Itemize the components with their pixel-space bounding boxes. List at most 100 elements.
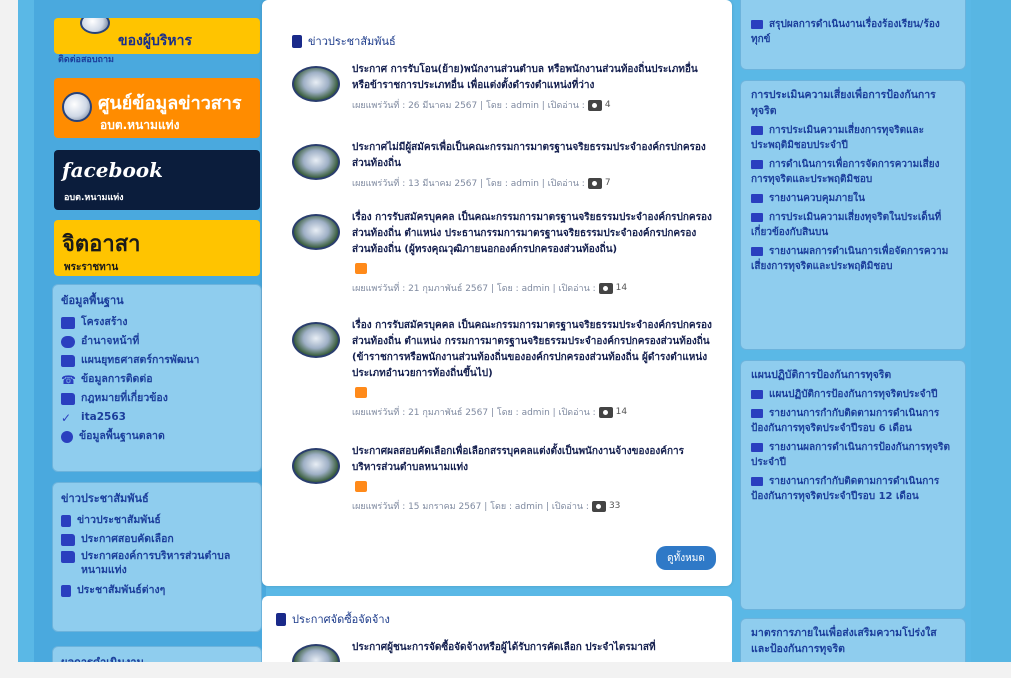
- basic-info-link[interactable]: กฎหมายที่เกี่ยวข้อง: [61, 389, 253, 408]
- bookmark-icon: [292, 34, 302, 48]
- basic-info-box: ข้อมูลพื้นฐาน โครงสร้าง อำนาจหน้าที่ แผน…: [52, 284, 262, 472]
- news-thumbnail: [292, 144, 340, 180]
- news-section-header: ข่าวประชาสัมพันธ์: [292, 32, 396, 50]
- news-item[interactable]: ประกาศ การรับโอน(ย้าย)พนักงานส่วนตำบล หร…: [292, 62, 722, 122]
- transparency-measures-box: มาตรการภายในเพื่อส่งเสริมความโปร่งใสและป…: [740, 618, 966, 662]
- anti-corruption-plan-title: แผนปฏิบัติการป้องกันการทุจริต: [751, 369, 892, 381]
- folder-icon: [751, 212, 763, 222]
- pr-link[interactable]: ประชาสัมพันธ์ต่างๆ: [61, 581, 253, 600]
- news-meta: เผยแพร่วันที่ : 21 กุมภาพันธ์ 2567 | โดย…: [352, 406, 628, 418]
- ops-box: ผลการดำเนินงาน: [52, 646, 262, 662]
- org-logo-icon: [80, 18, 110, 34]
- info-center-banner[interactable]: ศูนย์ข้อมูลข่าวสาร อบต.หนามแท่ง: [54, 78, 260, 138]
- view-count-icon: [598, 406, 613, 418]
- executive-banner[interactable]: ของผู้บริหาร: [54, 18, 260, 54]
- news-title[interactable]: ประกาศผลสอบคัดเลือกเพื่อเลือกสรรบุคคลแต่…: [352, 444, 712, 476]
- anti-corruption-plan-link[interactable]: รายงานการกำกับติดตามการดำเนินการป้องกันก…: [751, 474, 955, 504]
- news-meta: เผยแพร่วันที่ : 21 กุมภาพันธ์ 2567 | โดย…: [352, 282, 628, 294]
- view-count-icon: [598, 282, 613, 294]
- procurement-section-title: ประกาศจัดซื้อจัดจ้าง: [292, 613, 390, 626]
- news-thumbnail: [292, 448, 340, 484]
- page: ของผู้บริหาร ติดต่อสอบถาม ศูนย์ข้อมูลข่า…: [0, 0, 1011, 678]
- news-item[interactable]: เรื่อง การรับสมัครบุคคล เป็นคณะกรรมการมา…: [292, 318, 722, 428]
- risk-assessment-link[interactable]: การประเมินความเสี่ยงการทุจริตและประพฤติม…: [751, 123, 955, 153]
- news-meta: เผยแพร่วันที่ : 26 มีนาคม 2567 | โดย : a…: [352, 99, 611, 111]
- facebook-page-name: อบต.หนามแท่ง: [64, 193, 124, 203]
- new-badge-icon: [355, 481, 367, 492]
- complaint-link[interactable]: สรุปผลการดำเนินงานเรื่องร้องเรียน/ร้องทุ…: [751, 17, 955, 47]
- right-margin: [971, 0, 1011, 662]
- view-count-icon: [587, 177, 602, 189]
- news-title[interactable]: ประกาศ การรับโอน(ย้าย)พนักงานส่วนตำบล หร…: [352, 62, 712, 94]
- news-thumbnail: [292, 322, 340, 358]
- bookmark-icon: [276, 612, 286, 626]
- anti-corruption-plan-link[interactable]: รายงานการกำกับติดตามการดำเนินการป้องกันก…: [751, 406, 955, 436]
- contact-link[interactable]: ติดต่อสอบถาม: [58, 52, 114, 66]
- folder-icon: [751, 389, 763, 399]
- basic-info-link[interactable]: อำนาจหน้าที่: [61, 332, 253, 351]
- facebook-banner[interactable]: facebook อบต.หนามแท่ง: [54, 150, 260, 210]
- volunteer-title: จิตอาสา: [62, 232, 141, 257]
- folder-icon: [751, 159, 763, 169]
- folder-icon: [751, 246, 763, 256]
- view-count: 7: [604, 178, 611, 188]
- risk-assessment-link[interactable]: รายงานควบคุมภายใน: [751, 191, 955, 206]
- phone-icon: ☎: [61, 372, 76, 387]
- facebook-logo: facebook: [62, 158, 163, 182]
- news-thumbnail: [292, 214, 340, 250]
- complaint-box: สรุปผลการดำเนินงานเรื่องร้องเรียน/ร้องทุ…: [740, 0, 966, 70]
- new-badge-icon: [355, 263, 367, 274]
- news-item[interactable]: ประกาศไม่มีผู้สมัครเพื่อเป็นคณะกรรมการมา…: [292, 140, 722, 200]
- news-item[interactable]: ประกาศผลสอบคัดเลือกเพื่อเลือกสรรบุคคลแต่…: [292, 444, 722, 514]
- right-sidebar: สรุปผลการดำเนินงานเรื่องร้องเรียน/ร้องทุ…: [740, 0, 971, 662]
- news-title[interactable]: เรื่อง การรับสมัครบุคคล เป็นคณะกรรมการมา…: [352, 210, 712, 258]
- folder-icon: [751, 408, 763, 418]
- info-center-subtitle: อบต.หนามแท่ง: [100, 118, 180, 132]
- basic-info-link[interactable]: แผนยุทธศาสตร์การพัฒนา: [61, 351, 253, 370]
- risk-assessment-link[interactable]: การดำเนินการเพื่อการจัดการความเสี่ยงการท…: [751, 157, 955, 187]
- basic-info-link[interactable]: โครงสร้าง: [61, 313, 253, 332]
- basic-info-link[interactable]: ☎ ข้อมูลการติดต่อ: [61, 370, 253, 389]
- folder-icon: [61, 533, 75, 546]
- info-center-title: ศูนย์ข้อมูลข่าวสาร: [98, 93, 242, 114]
- ops-box-title: ผลการดำเนินงาน: [61, 653, 253, 662]
- view-count: 33: [608, 501, 621, 511]
- volunteer-subtitle: พระราชทาน: [64, 262, 119, 273]
- view-count-icon: [587, 99, 602, 111]
- folder-icon: [61, 354, 75, 367]
- pr-box-title: ข่าวประชาสัมพันธ์: [61, 492, 149, 505]
- basic-info-link[interactable]: ✓ ita2563: [61, 408, 253, 427]
- risk-assessment-link[interactable]: การประเมินความเสี่ยงทุจริตในประเด็นที่เก…: [751, 210, 955, 240]
- view-count: 14: [615, 407, 628, 417]
- anti-corruption-plan-box: แผนปฏิบัติการป้องกันการทุจริต แผนปฏิบัติ…: [740, 360, 966, 610]
- check-icon: ✓: [61, 410, 72, 425]
- risk-assessment-link[interactable]: รายงานผลการดำเนินการเพื่อจัดการความเสี่ย…: [751, 244, 955, 274]
- basic-info-title: ข้อมูลพื้นฐาน: [61, 294, 124, 307]
- pr-link[interactable]: ข่าวประชาสัมพันธ์: [61, 511, 253, 530]
- risk-assessment-box: การประเมินความเสี่ยงเพื่อการป้องกันการทุ…: [740, 80, 966, 350]
- news-title[interactable]: เรื่อง การรับสมัครบุคคล เป็นคณะกรรมการมา…: [352, 318, 712, 382]
- pr-box: ข่าวประชาสัมพันธ์ ข่าวประชาสัมพันธ์ ประก…: [52, 482, 262, 632]
- news-thumbnail: [292, 66, 340, 102]
- pr-link[interactable]: ประกาศองค์การบริหารส่วนตำบลหนามแท่ง: [61, 549, 253, 577]
- anti-corruption-plan-link[interactable]: แผนปฏิบัติการป้องกันการทุจริตประจำปี: [751, 387, 955, 402]
- list-icon: [61, 316, 75, 329]
- news-title[interactable]: ประกาศไม่มีผู้สมัครเพื่อเป็นคณะกรรมการมา…: [352, 140, 712, 172]
- news-meta: เผยแพร่วันที่ : 15 มกราคม 2567 | โดย : a…: [352, 500, 621, 512]
- procurement-section-header: ประกาศจัดซื้อจัดจ้าง: [276, 610, 390, 628]
- screen-bezel-bottom: [0, 662, 1011, 678]
- screen-bezel-left: [0, 0, 18, 678]
- new-badge-icon: [355, 387, 367, 398]
- news-item[interactable]: เรื่อง การรับสมัครบุคคล เป็นคณะกรรมการมา…: [292, 210, 722, 310]
- folder-icon: [751, 476, 763, 486]
- anti-corruption-plan-link[interactable]: รายงานผลการดำเนินการป้องกันการทุจริตประจ…: [751, 440, 955, 470]
- pr-link[interactable]: ประกาศสอบคัดเลือก: [61, 530, 253, 549]
- news-title[interactable]: ประกาศผู้ชนะการจัดซื้อจัดจ้างหรือผู้ได้ร…: [352, 640, 712, 656]
- document-icon: [61, 584, 71, 597]
- news-meta: เผยแพร่วันที่ : 13 มีนาคม 2567 | โดย : a…: [352, 177, 611, 189]
- view-all-button[interactable]: ดูทั้งหมด: [656, 546, 716, 570]
- news-panel: ข่าวประชาสัมพันธ์ ประกาศ การรับโอน(ย้าย)…: [262, 0, 732, 586]
- view-count: 14: [615, 283, 628, 293]
- volunteer-banner[interactable]: จิตอาสา พระราชทาน: [54, 220, 260, 276]
- basic-info-link[interactable]: ข้อมูลพื้นฐานตลาด: [61, 427, 253, 446]
